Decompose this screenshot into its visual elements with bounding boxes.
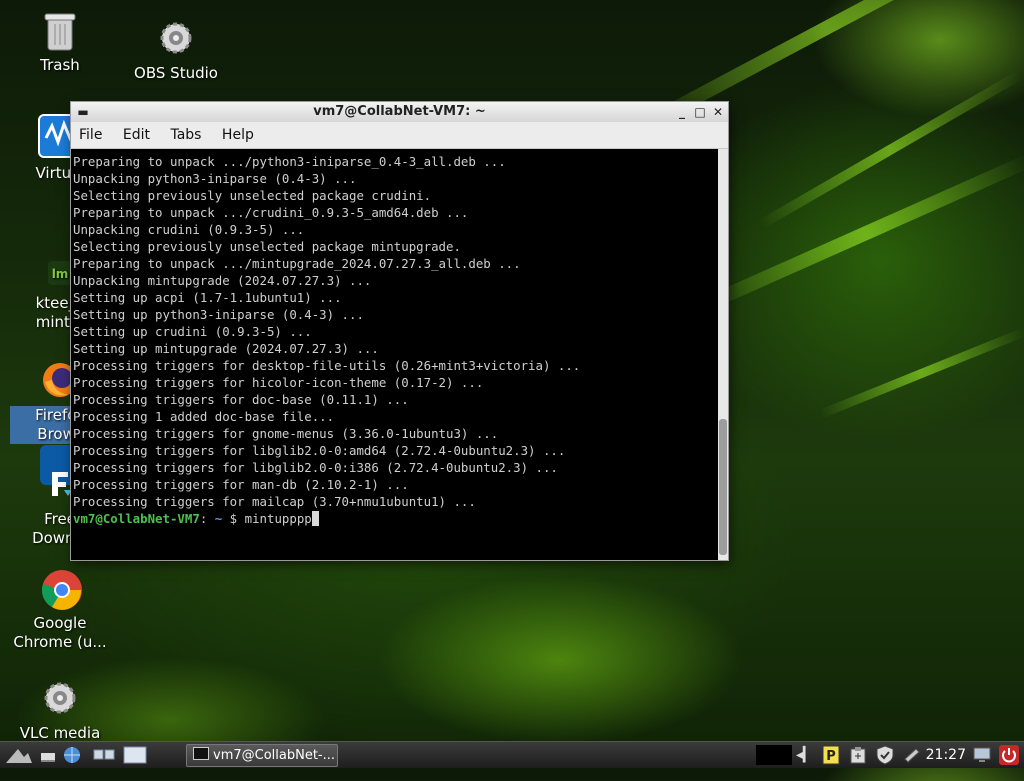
show-desktop-icon[interactable] <box>38 745 58 765</box>
desktop-icon-label: Trash <box>40 56 80 74</box>
terminal-line: Processing triggers for desktop-file-uti… <box>73 358 581 373</box>
terminal-icon <box>193 747 209 760</box>
menu-edit[interactable]: Edit <box>115 127 158 143</box>
scrollbar[interactable] <box>718 149 728 560</box>
terminal-line: Setting up mintupgrade (2024.07.27.3) ..… <box>73 341 379 356</box>
window-titlebar[interactable]: ▬ vm7@CollabNet-VM7: ~ _ □ ✕ <box>71 102 728 122</box>
gear-icon <box>156 18 196 58</box>
terminal-line: Processing triggers for gnome-menus (3.3… <box>73 426 499 441</box>
terminal-window[interactable]: ▬ vm7@CollabNet-VM7: ~ _ □ ✕ File Edit T… <box>71 102 728 560</box>
svg-text:P: P <box>826 749 836 764</box>
terminal-line: Processing triggers for hicolor-icon-the… <box>73 375 484 390</box>
terminal-line: Setting up crudini (0.9.3-5) ... <box>73 324 312 339</box>
menu-file[interactable]: File <box>71 127 110 143</box>
terminal-line: Selecting previously unselected package … <box>73 239 461 254</box>
menu-icon[interactable] <box>4 745 34 765</box>
network-icon[interactable] <box>902 745 922 765</box>
command-input[interactable]: mintupppp <box>245 511 312 526</box>
terminal-line: Unpacking mintupgrade (2024.07.27.3) ... <box>73 273 372 288</box>
power-icon[interactable] <box>998 745 1020 765</box>
window-title: vm7@CollabNet-VM7: ~ <box>313 104 486 119</box>
terminal-line: Preparing to unpack .../mintupgrade_2024… <box>73 256 521 271</box>
desktop-icon-label: OBS Studio <box>134 64 218 82</box>
trash-icon <box>40 10 80 51</box>
clock[interactable]: 21:27 <box>926 742 966 768</box>
terminal-line: Unpacking python3-iniparse (0.4-3) ... <box>73 171 357 186</box>
p-app-icon[interactable]: P <box>822 745 840 765</box>
window-menu-icon[interactable]: ▬ <box>75 102 91 122</box>
menu-bar: File Edit Tabs Help <box>71 122 728 149</box>
maximize-icon[interactable]: □ <box>692 102 708 122</box>
display-icon[interactable] <box>972 745 992 765</box>
browser-icon[interactable] <box>62 745 82 765</box>
desktop-icon-trash[interactable]: Trash <box>10 10 110 75</box>
prompt-user: vm7@CollabNet-VM7 <box>73 511 200 526</box>
clipboard-icon[interactable] <box>848 745 868 765</box>
shield-icon[interactable] <box>874 745 896 765</box>
terminal-line: Processing triggers for libglib2.0-0:amd… <box>73 443 566 458</box>
menu-help[interactable]: Help <box>214 127 262 143</box>
prompt-line: vm7@CollabNet-VM7: ~ $ mintupppp <box>73 510 716 527</box>
taskbar: vm7@CollabNet-... ◂▎ P 21:27 <box>0 741 1024 768</box>
terminal-line: Processing triggers for libglib2.0-0:i38… <box>73 460 558 475</box>
tray-black-box <box>756 745 792 765</box>
terminal-line: Processing triggers for doc-base (0.11.1… <box>73 392 409 407</box>
text-cursor <box>311 511 319 526</box>
terminal-line: Unpacking crudini (0.9.3-5) ... <box>73 222 305 237</box>
minimize-icon[interactable]: _ <box>674 102 690 122</box>
terminal-output[interactable]: Preparing to unpack .../python3-iniparse… <box>71 149 718 560</box>
terminal-line: Setting up acpi (1.7-1.1ubuntu1) ... <box>73 290 342 305</box>
terminal-line: Processing triggers for man-db (2.10.2-1… <box>73 477 409 492</box>
terminal-line: Preparing to unpack .../python3-iniparse… <box>73 154 506 169</box>
svg-text:lm: lm <box>52 267 69 281</box>
terminal-line: Setting up python3-iniparse (0.4-3) ... <box>73 307 364 322</box>
desktop-icon-obs-studio[interactable]: OBS Studio <box>126 18 226 83</box>
prompt-path: ~ <box>207 511 223 526</box>
window-switcher-icon[interactable] <box>122 745 148 765</box>
terminal-lines: Preparing to unpack .../python3-iniparse… <box>73 153 716 510</box>
terminal-line: Selecting previously unselected package … <box>73 188 432 203</box>
close-icon[interactable]: ✕ <box>710 102 726 122</box>
terminal-line: Processing triggers for mailcap (3.70+nm… <box>73 494 476 509</box>
taskbar-terminal-button[interactable]: vm7@CollabNet-... <box>186 744 338 767</box>
scrollbar-thumb[interactable] <box>719 419 727 555</box>
terminal-line: Preparing to unpack .../crudini_0.9.3-5_… <box>73 205 469 220</box>
taskbar-terminal-label: vm7@CollabNet-... <box>213 748 336 763</box>
terminal-line: Processing 1 added doc-base file... <box>73 409 335 424</box>
gear-icon <box>40 659 80 714</box>
volume-icon[interactable]: ◂▎ <box>796 745 816 765</box>
prompt-symbol: $ <box>222 511 245 526</box>
menu-tabs[interactable]: Tabs <box>162 127 209 143</box>
files-icon[interactable] <box>92 745 116 765</box>
